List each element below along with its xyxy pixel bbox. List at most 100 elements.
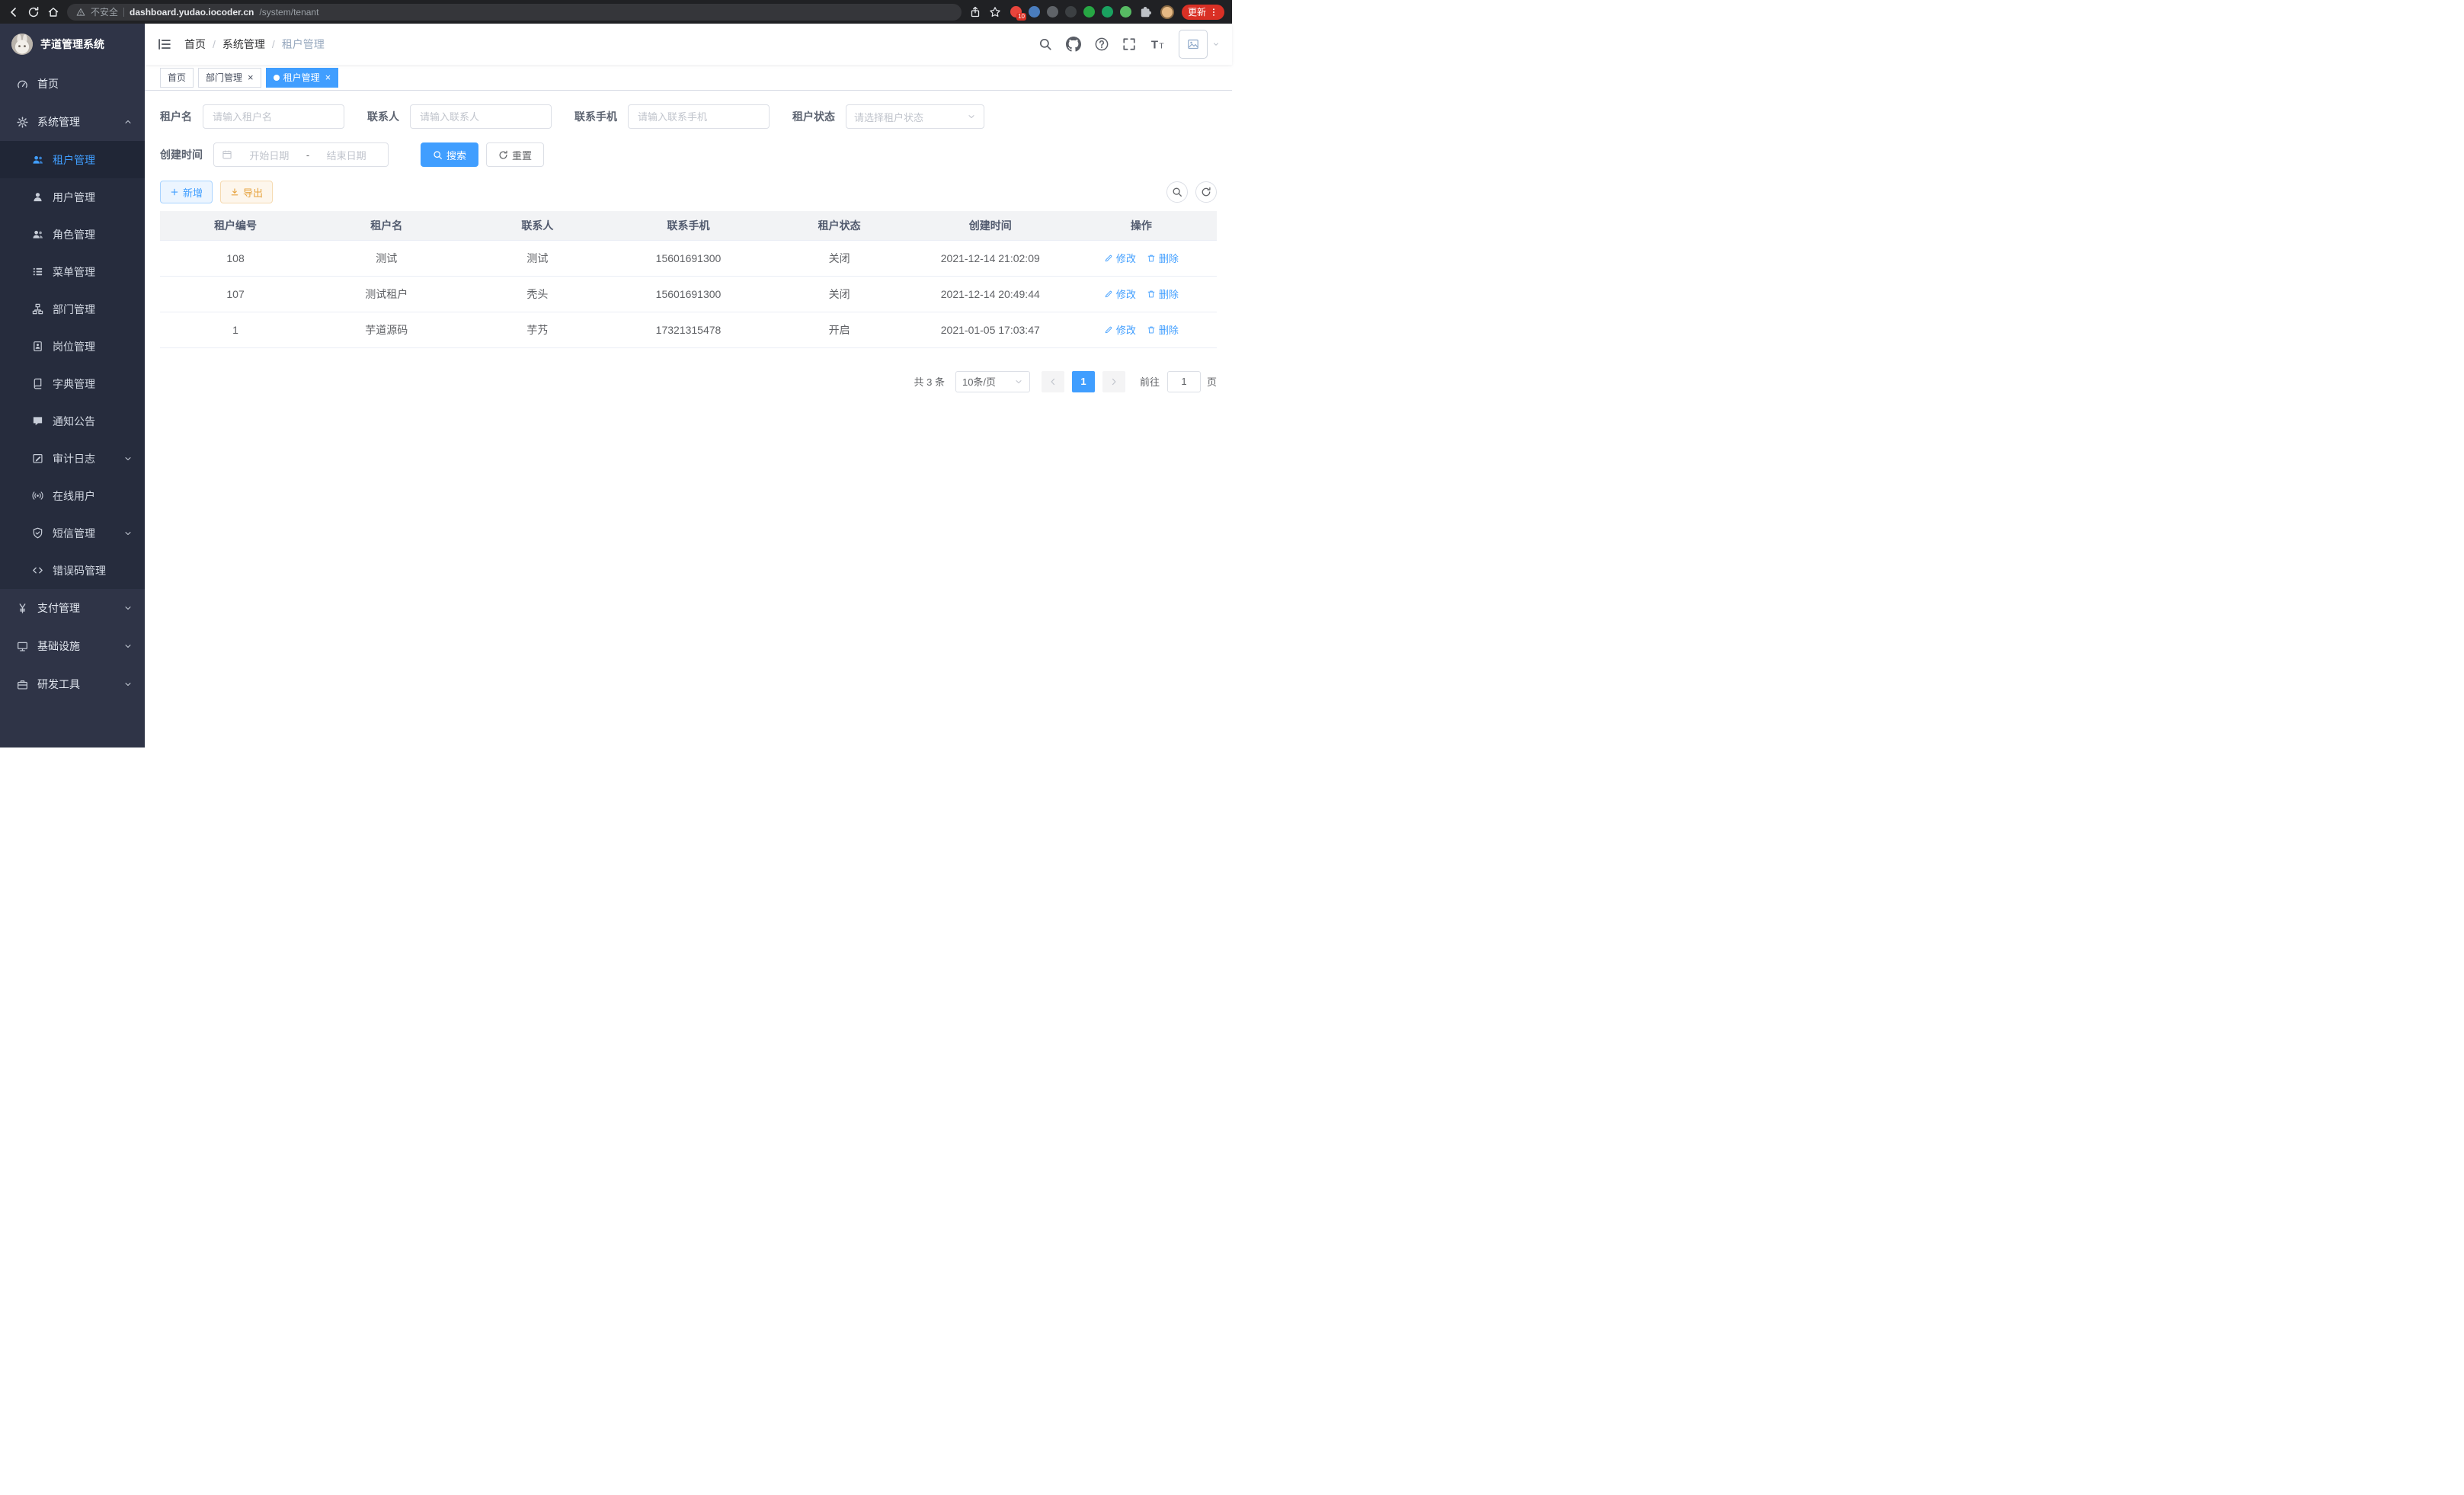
extension-icon-red[interactable]: 10: [1010, 6, 1022, 18]
refresh-table-button[interactable]: [1195, 181, 1217, 203]
extension-icon-gray[interactable]: [1047, 6, 1058, 18]
user-avatar[interactable]: [1179, 30, 1208, 59]
extensions-tray: 10: [1010, 6, 1131, 18]
browser-menu-dots-icon[interactable]: [1209, 8, 1218, 17]
sidebar-item-home[interactable]: 首页: [0, 65, 145, 103]
help-icon[interactable]: [1095, 37, 1109, 51]
broken-image-icon: [1187, 38, 1199, 50]
delete-link[interactable]: 删除: [1147, 251, 1179, 265]
sidebar-item-role[interactable]: 角色管理: [0, 216, 145, 253]
extension-icon-dark[interactable]: [1065, 6, 1077, 18]
download-icon: [230, 187, 239, 197]
sidebar-item-tools[interactable]: 研发工具: [0, 665, 145, 703]
sidebar-item-online[interactable]: 在线用户: [0, 477, 145, 514]
share-icon[interactable]: [969, 6, 981, 18]
extension-icon-teal[interactable]: [1102, 6, 1113, 18]
next-page-button[interactable]: [1102, 371, 1125, 392]
tags-view-bar: 首页部门管理×租户管理×: [145, 65, 1232, 91]
header-search-icon[interactable]: [1038, 37, 1052, 51]
page-1-button[interactable]: 1: [1072, 371, 1095, 392]
sidebar-item-label: 系统管理: [37, 114, 80, 130]
tenant-status-select[interactable]: 请选择租户状态: [846, 104, 984, 129]
toggle-search-button[interactable]: [1166, 181, 1188, 203]
sidebar-item-tenant[interactable]: 租户管理: [0, 141, 145, 178]
add-button[interactable]: 新增: [160, 181, 213, 203]
github-icon[interactable]: [1066, 37, 1081, 52]
edit-label: 修改: [1116, 251, 1136, 265]
contact-input[interactable]: [410, 104, 552, 129]
sidebar-item-sms[interactable]: 短信管理: [0, 514, 145, 552]
dashboard-icon: [17, 78, 28, 90]
browser-update-button[interactable]: 更新: [1182, 5, 1224, 20]
browser-refresh-icon[interactable]: [27, 6, 40, 18]
tab-close-icon[interactable]: ×: [325, 72, 331, 82]
edit-link[interactable]: 修改: [1104, 322, 1136, 337]
delete-label: 删除: [1159, 287, 1179, 301]
sidebar-menu: 首页系统管理租户管理用户管理角色管理菜单管理部门管理岗位管理字典管理通知公告审计…: [0, 65, 145, 703]
browser-home-icon[interactable]: [47, 6, 59, 18]
reset-button[interactable]: 重置: [486, 142, 544, 167]
breadcrumb-system[interactable]: 系统管理: [222, 37, 265, 52]
tab-close-icon[interactable]: ×: [248, 72, 254, 82]
extension-icon-green[interactable]: [1083, 6, 1095, 18]
extension-icon-blue[interactable]: [1029, 6, 1040, 18]
sidebar-item-notice[interactable]: 通知公告: [0, 402, 145, 440]
prev-page-button[interactable]: [1042, 371, 1064, 392]
tab-tenant[interactable]: 租户管理×: [266, 68, 339, 88]
sidebar-item-pay[interactable]: 支付管理: [0, 589, 145, 627]
avatar-dropdown-caret-icon[interactable]: [1212, 40, 1220, 48]
sidebar-item-user[interactable]: 用户管理: [0, 178, 145, 216]
sidebar-item-infra[interactable]: 基础设施: [0, 627, 145, 665]
active-tab-dot: [274, 75, 280, 81]
phone-input[interactable]: [628, 104, 770, 129]
main-area: 首页 / 系统管理 / 租户管理 TT: [145, 24, 1232, 748]
browser-chrome: 不安全 dashboard.yudao.iocoder.cn /system/t…: [0, 0, 1232, 24]
column-header: 联系人: [462, 211, 613, 240]
app-logo[interactable]: 芋道管理系统: [0, 24, 145, 65]
pagination-goto-label: 前往: [1140, 374, 1160, 389]
column-header: 租户编号: [160, 211, 311, 240]
edit-icon: [1104, 290, 1113, 299]
bookmark-star-icon[interactable]: [989, 6, 1001, 18]
reset-button-label: 重置: [512, 148, 532, 162]
goto-page-input[interactable]: [1167, 371, 1201, 392]
font-size-icon[interactable]: TT: [1150, 37, 1165, 52]
sidebar-item-system[interactable]: 系统管理: [0, 103, 145, 141]
sidebar-collapse-icon[interactable]: [157, 37, 172, 52]
export-button[interactable]: 导出: [220, 181, 273, 203]
delete-link[interactable]: 删除: [1147, 287, 1179, 301]
svg-text:T: T: [1151, 39, 1158, 52]
sidebar-item-errcode[interactable]: 错误码管理: [0, 552, 145, 589]
tab-dept[interactable]: 部门管理×: [198, 68, 261, 88]
breadcrumb-home[interactable]: 首页: [184, 37, 206, 52]
sidebar-item-label: 租户管理: [53, 152, 95, 168]
search-button[interactable]: 搜索: [421, 142, 478, 167]
delete-link[interactable]: 删除: [1147, 322, 1179, 337]
extensions-puzzle-icon[interactable]: [1139, 5, 1153, 19]
sidebar-item-dict[interactable]: 字典管理: [0, 365, 145, 402]
chevron-down-icon: [123, 680, 133, 689]
edit-link[interactable]: 修改: [1104, 251, 1136, 265]
chevron-down-icon: [123, 642, 133, 651]
infra-icon: [17, 641, 28, 652]
page-size-select[interactable]: 10条/页: [955, 371, 1030, 392]
extension-badge: 10: [1016, 13, 1026, 21]
fullscreen-icon[interactable]: [1122, 37, 1136, 51]
sidebar-item-menu[interactable]: 菜单管理: [0, 253, 145, 290]
security-label[interactable]: 不安全: [91, 5, 118, 18]
online-icon: [32, 490, 43, 501]
browser-profile-avatar[interactable]: [1160, 5, 1174, 19]
sidebar-item-log[interactable]: 审计日志: [0, 440, 145, 477]
tab-home[interactable]: 首页: [160, 68, 194, 88]
chevron-left-icon: [1048, 377, 1058, 386]
browser-url-bar[interactable]: 不安全 dashboard.yudao.iocoder.cn /system/t…: [67, 4, 962, 21]
create-time-range-picker[interactable]: 开始日期 - 结束日期: [213, 142, 389, 167]
tenant-name-input[interactable]: [203, 104, 344, 129]
sidebar-item-dept[interactable]: 部门管理: [0, 290, 145, 328]
sidebar-item-label: 部门管理: [53, 302, 95, 317]
delete-label: 删除: [1159, 251, 1179, 265]
extension-icon-lightgreen[interactable]: [1120, 6, 1131, 18]
edit-link[interactable]: 修改: [1104, 287, 1136, 301]
browser-back-icon[interactable]: [8, 6, 20, 18]
sidebar-item-post[interactable]: 岗位管理: [0, 328, 145, 365]
